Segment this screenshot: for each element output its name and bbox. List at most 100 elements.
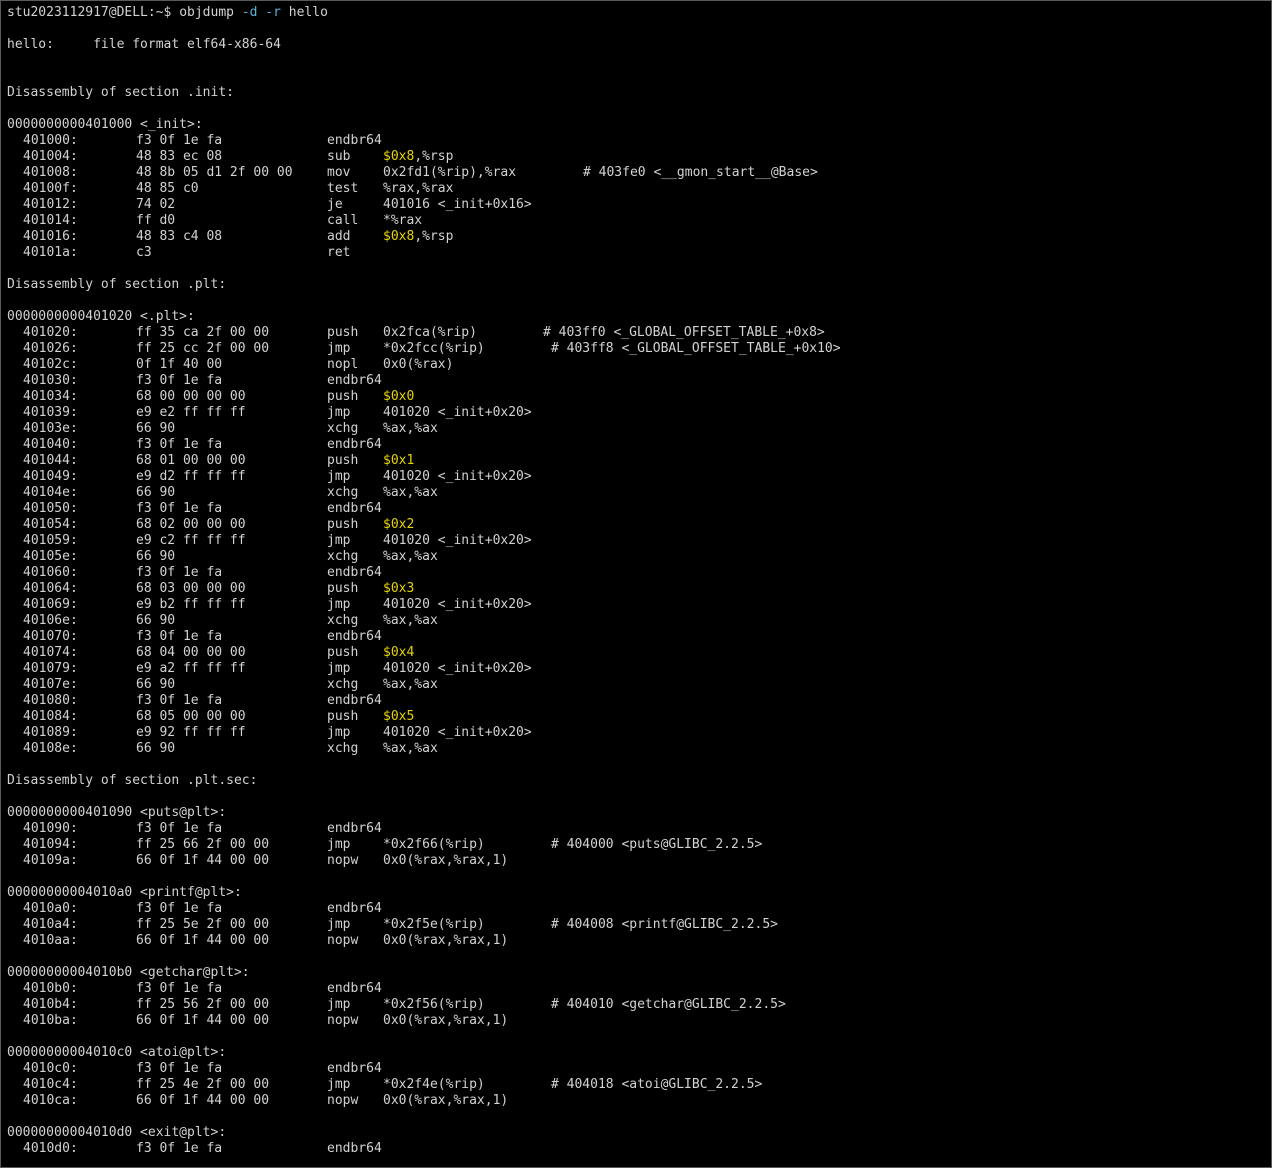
instruction-bytes: f3 0f 1e fa [136,133,223,148]
instruction-address: 401070: [23,629,78,644]
instruction-bytes: 48 83 c4 08 [136,229,223,244]
section-heading: Disassembly of section .plt: [7,277,227,292]
terminal-window[interactable]: stu2023112917@DELL:~$ objdump -d -r hell… [0,0,1272,1168]
instruction-operands: $0x5 [383,709,414,725]
instruction-row: 401034: 68 00 00 00 00 push $0x0 [7,389,1271,405]
instruction-mnemonic: endbr64 [327,133,382,148]
instruction-bytes: f3 0f 1e fa [136,373,223,388]
instruction-row: 401004: 48 83 ec 08 sub $0x8,%rsp [7,149,1271,165]
instruction-row: 401060: f3 0f 1e fa endbr64 [7,565,1271,581]
instruction-bytes: ff 25 56 2f 00 00 [136,997,270,1012]
instruction-bytes: f3 0f 1e fa [136,501,223,516]
instruction-mnemonic: nopw [327,933,359,948]
operand-text: %ax,%ax [383,613,438,628]
instruction-comment: # 404000 <puts@GLIBC_2.2.5> [551,837,763,852]
operand-text: *0x2f5e(%rip) [383,917,485,932]
instruction-operands: $0x3 [383,581,414,597]
function-label: 00000000004010c0 <atoi@plt>: [7,1045,227,1060]
instruction-operands: *0x2fcc(%rip) [383,341,485,357]
instruction-row: 401016: 48 83 c4 08 add $0x8,%rsp [7,229,1271,245]
instruction-bytes: f3 0f 1e fa [136,629,223,644]
instruction-address: 4010b4: [23,997,78,1012]
instruction-address: 401050: [23,501,78,516]
instruction-operands: 0x0(%rax,%rax,1) [383,1013,508,1029]
instruction-address: 401064: [23,581,78,596]
operand-text: 401020 <_init+0x20> [383,533,532,548]
instruction-row: 401059: e9 c2 ff ff ff jmp 401020 <_init+0x… [7,533,1271,549]
instruction-row: 401020: ff 35 ca 2f 00 00 push 0x2fca(%rip)… [7,325,1271,341]
instruction-row: 4010ca: 66 0f 1f 44 00 00 nopw 0x0(%rax,%ra… [7,1093,1271,1109]
instruction-bytes: f3 0f 1e fa [136,1141,223,1156]
instruction-address: 401039: [23,405,78,420]
instruction-row: 401070: f3 0f 1e fa endbr64 [7,629,1271,645]
instruction-address: 401020: [23,325,78,340]
instruction-bytes: ff d0 [136,213,176,228]
instruction-comment: # 404008 <printf@GLIBC_2.2.5> [551,917,778,932]
function-label: 00000000004010d0 <exit@plt>: [7,1125,227,1140]
instruction-operands: %ax,%ax [383,677,438,693]
instruction-mnemonic: endbr64 [327,901,382,916]
instruction-row: 40101a: c3 ret [7,245,1271,261]
instruction-mnemonic: endbr64 [327,693,382,708]
instruction-row: 40107e: 66 90 xchg %ax,%ax [7,677,1271,693]
instruction-comment: # 404010 <getchar@GLIBC_2.2.5> [551,997,786,1012]
instruction-operands: $0x8,%rsp [383,229,453,245]
instruction-operands: %ax,%ax [383,485,438,501]
instruction-operands: $0x1 [383,453,414,469]
instruction-address: 401094: [23,837,78,852]
operand-text: 0x2fd1(%rip),%rax [383,165,517,180]
instruction-address: 401012: [23,197,78,212]
instruction-row: 401069: e9 b2 ff ff ff jmp 401020 <_init+0x… [7,597,1271,613]
instruction-mnemonic: push [327,389,359,404]
instruction-mnemonic: je [327,197,343,212]
instruction-operands: %rax,%rax [383,181,453,197]
instruction-operands: $0x4 [383,645,414,661]
operand-text: %ax,%ax [383,741,438,756]
instruction-address: 401004: [23,149,78,164]
instruction-row: 401090: f3 0f 1e fa endbr64 [7,821,1271,837]
instruction-comment: # 403fe0 <__gmon_start__@Base> [583,165,818,180]
instruction-row: 401074: 68 04 00 00 00 push $0x4 [7,645,1271,661]
function-label: 0000000000401090 <puts@plt>: [7,805,227,820]
function-label: 0000000000401020 <.plt>: [7,309,195,324]
instruction-address: 401090: [23,821,78,836]
instruction-bytes: 68 00 00 00 00 [136,389,246,404]
instruction-mnemonic: xchg [327,677,359,692]
instruction-address: 401074: [23,645,78,660]
instruction-operands: *0x2f4e(%rip) [383,1077,485,1093]
instruction-bytes: 48 8b 05 d1 2f 00 00 [136,165,293,180]
immediate-value: $0x2 [383,517,415,532]
instruction-mnemonic: jmp [327,917,351,932]
instruction-row: 4010b0: f3 0f 1e fa endbr64 [7,981,1271,997]
instruction-row: 401050: f3 0f 1e fa endbr64 [7,501,1271,517]
instruction-mnemonic: endbr64 [327,501,382,516]
instruction-bytes: e9 92 ff ff ff [136,725,246,740]
instruction-bytes: e9 e2 ff ff ff [136,405,246,420]
function-label: 0000000000401000 <_init>: [7,117,203,132]
instruction-address: 40100f: [23,181,78,196]
instruction-operands: %ax,%ax [383,613,438,629]
instruction-address: 401054: [23,517,78,532]
instruction-bytes: f3 0f 1e fa [136,693,223,708]
instruction-mnemonic: jmp [327,1077,351,1092]
instruction-address: 401016: [23,229,78,244]
instruction-operands: 0x0(%rax) [383,357,453,373]
instruction-mnemonic: endbr64 [327,1061,382,1076]
instruction-bytes: 66 0f 1f 44 00 00 [136,853,270,868]
operand-text: %ax,%ax [383,421,438,436]
command-flag-d: -d [241,5,258,20]
instruction-mnemonic: endbr64 [327,373,382,388]
instruction-address: 401030: [23,373,78,388]
instruction-bytes: 68 02 00 00 00 [136,517,246,532]
instruction-row: 40105e: 66 90 xchg %ax,%ax [7,549,1271,565]
instruction-operands: 401020 <_init+0x20> [383,533,532,549]
instruction-address: 4010d0: [23,1141,78,1156]
instruction-address: 401080: [23,693,78,708]
instruction-row: 4010a4: ff 25 5e 2f 00 00 jmp *0x2f5e(%rip)… [7,917,1271,933]
